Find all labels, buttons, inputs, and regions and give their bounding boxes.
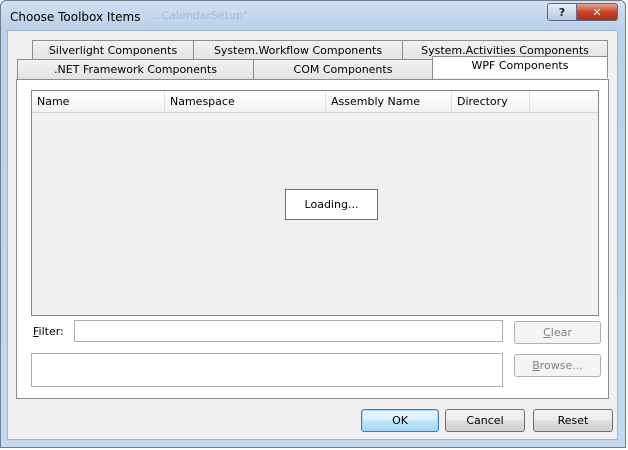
filter-label: Filter: — [33, 325, 64, 338]
tab-label: COM Components — [293, 63, 393, 76]
column-header-namespace[interactable]: Namespace — [165, 91, 326, 112]
component-info-box — [31, 353, 503, 387]
window-title: Choose Toolbox Items — [10, 10, 141, 24]
loading-indicator: Loading... — [285, 189, 378, 220]
question-mark-icon: ? — [558, 5, 566, 19]
tab-silverlight-components[interactable]: Silverlight Components — [32, 40, 194, 60]
browse-button[interactable]: Browse... — [514, 354, 601, 377]
title-bar[interactable]: Choose Toolbox Items ...CalendarSetup" ?… — [1, 1, 627, 31]
tab-net-framework-components[interactable]: .NET Framework Components — [17, 59, 254, 79]
tab-label: WPF Components — [471, 59, 569, 72]
filter-label-text: ilter: — [38, 325, 64, 338]
background-window-title: ...CalendarSetup" — [151, 9, 249, 22]
column-header-directory[interactable]: Directory — [452, 91, 530, 112]
browse-accel: B — [532, 359, 540, 372]
tab-wpf-components[interactable]: WPF Components — [432, 56, 608, 78]
list-header: Name Namespace Assembly Name Directory — [32, 91, 598, 113]
cancel-button[interactable]: Cancel — [445, 409, 525, 432]
column-header-assembly-name[interactable]: Assembly Name — [326, 91, 452, 112]
clear-accel: C — [543, 326, 551, 339]
tab-label: .NET Framework Components — [54, 63, 217, 76]
help-button[interactable]: ? — [547, 3, 577, 21]
clear-button[interactable]: Clear — [514, 321, 601, 344]
tab-label: System.Workflow Components — [213, 44, 383, 57]
close-button[interactable]: ✕ — [576, 3, 618, 21]
close-icon: ✕ — [592, 5, 602, 19]
ok-button[interactable]: OK — [361, 409, 439, 432]
clear-label: lear — [550, 326, 572, 339]
column-header-name[interactable]: Name — [32, 91, 165, 112]
reset-button[interactable]: Reset — [533, 409, 613, 432]
tab-system-workflow-components[interactable]: System.Workflow Components — [193, 40, 403, 60]
filter-input[interactable] — [74, 320, 503, 342]
tab-label: Silverlight Components — [48, 44, 178, 57]
browse-label: rowse... — [539, 359, 583, 372]
components-list[interactable]: Name Namespace Assembly Name Directory L… — [31, 90, 599, 316]
tab-com-components[interactable]: COM Components — [253, 59, 433, 79]
